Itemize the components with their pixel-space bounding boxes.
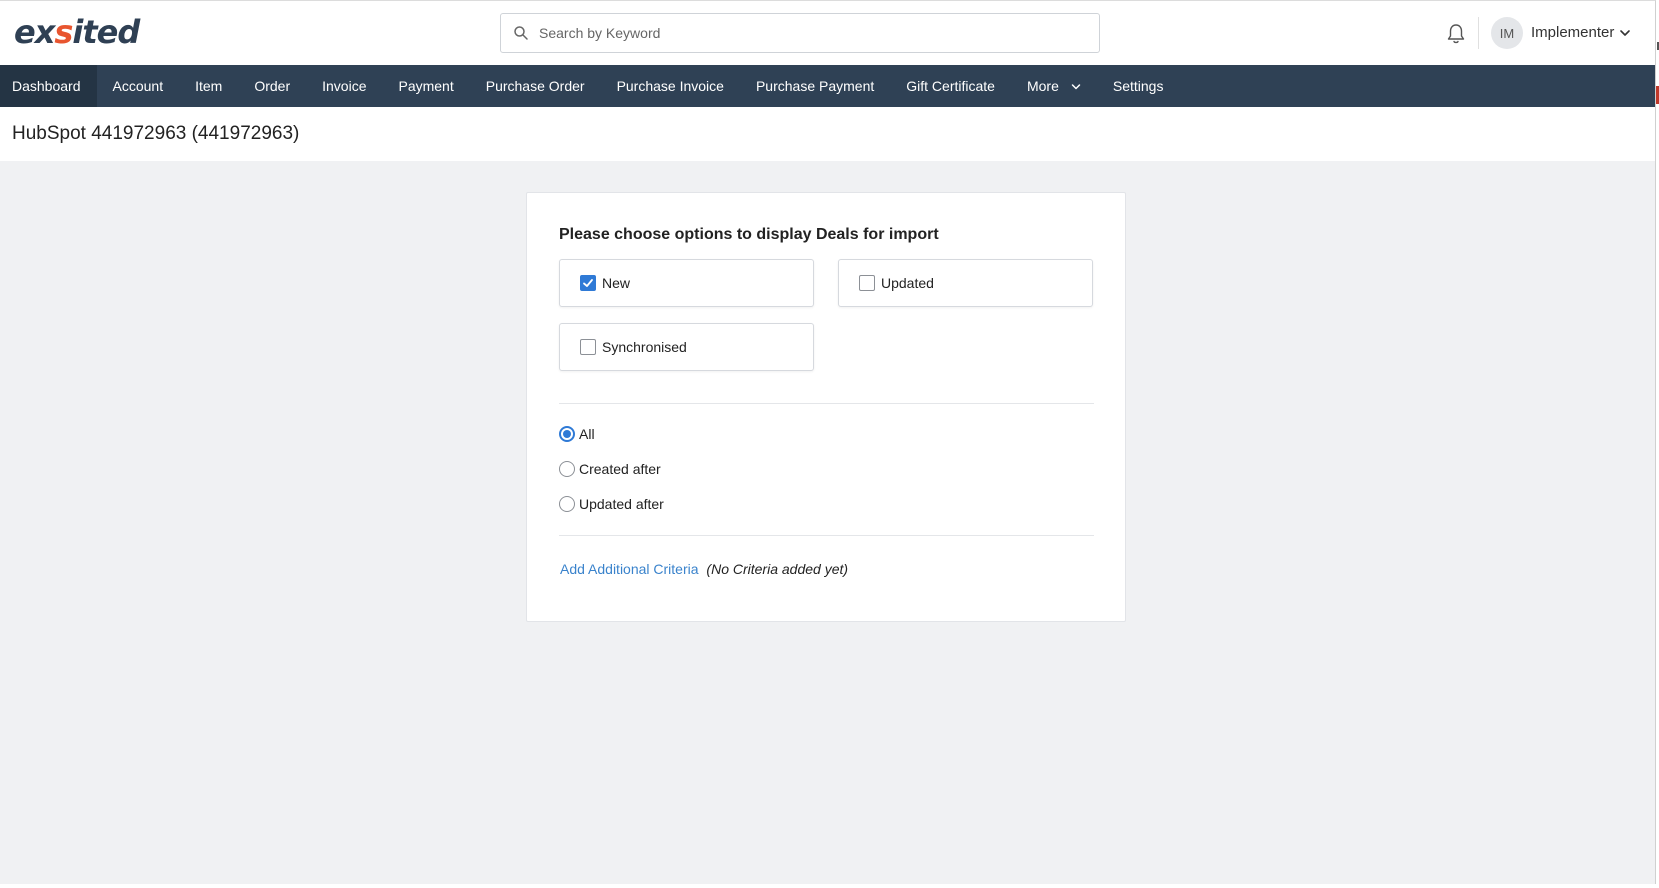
nav-item-more[interactable]: More	[1011, 65, 1097, 107]
nav-item-settings[interactable]: Settings	[1097, 65, 1180, 107]
radio-created-after-label: Created after	[579, 461, 661, 477]
section-divider	[559, 535, 1094, 536]
checkbox-updated[interactable]	[859, 275, 875, 291]
top-header: exsited IM Implementer	[0, 1, 1655, 65]
user-name[interactable]: Implementer	[1531, 24, 1614, 41]
app-window: exsited IM Implementer Dashboard Account…	[0, 0, 1656, 884]
radio-all[interactable]: All	[559, 424, 595, 444]
nav-item-gift-certificate[interactable]: Gift Certificate	[890, 65, 1011, 107]
option-updated[interactable]: Updated	[838, 259, 1093, 307]
header-divider	[1478, 17, 1479, 49]
avatar[interactable]: IM	[1491, 17, 1523, 49]
criteria-row: Add Additional Criteria (No Criteria add…	[560, 561, 848, 577]
main-nav: Dashboard Account Item Order Invoice Pay…	[0, 65, 1655, 107]
search-input[interactable]	[539, 25, 1079, 41]
radio-updated-after[interactable]: Updated after	[559, 494, 664, 514]
radio-all-label: All	[579, 426, 595, 442]
radio-created-after[interactable]: Created after	[559, 459, 661, 479]
chevron-down-icon[interactable]	[1619, 27, 1631, 39]
nav-item-order[interactable]: Order	[238, 65, 306, 107]
nav-item-item[interactable]: Item	[179, 65, 238, 107]
radio-updated-after-label: Updated after	[579, 496, 664, 512]
checkbox-synchronised[interactable]	[580, 339, 596, 355]
card-heading: Please choose options to display Deals f…	[559, 226, 939, 243]
logo-text-accent: s	[54, 13, 73, 51]
nav-item-payment[interactable]: Payment	[382, 65, 469, 107]
search-box[interactable]	[500, 13, 1100, 53]
nav-item-more-label: More	[1026, 78, 1059, 94]
radio-dot	[563, 430, 571, 438]
option-updated-label: Updated	[881, 275, 934, 291]
option-new-label: New	[602, 275, 631, 291]
nav-item-purchase-invoice[interactable]: Purchase Invoice	[601, 65, 740, 107]
logo-text-left: ex	[14, 13, 55, 51]
option-new[interactable]: New	[559, 259, 814, 307]
search-icon	[514, 26, 528, 40]
chevron-down-icon	[1071, 84, 1081, 90]
section-divider	[559, 403, 1094, 404]
radio-all-button[interactable]	[559, 426, 575, 442]
criteria-note: (No Criteria added yet)	[706, 561, 849, 577]
checkbox-new[interactable]	[580, 275, 596, 291]
radio-created-after-button[interactable]	[559, 461, 575, 477]
nav-item-dashboard[interactable]: Dashboard	[0, 65, 97, 107]
page-title: HubSpot 441972963 (441972963)	[12, 123, 300, 144]
radio-updated-after-button[interactable]	[559, 496, 575, 512]
nav-item-purchase-order[interactable]: Purchase Order	[470, 65, 601, 107]
add-criteria-link[interactable]: Add Additional Criteria	[560, 561, 699, 577]
page-title-bar: HubSpot 441972963 (441972963)	[0, 107, 1655, 161]
logo-text-right: ited	[72, 13, 140, 51]
exsited-logo[interactable]: exsited	[14, 13, 140, 51]
check-icon	[583, 279, 593, 287]
nav-item-account[interactable]: Account	[97, 65, 180, 107]
option-synchronised-label: Synchronised	[602, 339, 687, 355]
nav-item-purchase-payment[interactable]: Purchase Payment	[740, 65, 890, 107]
bell-icon[interactable]	[1446, 23, 1466, 45]
import-options-card: Please choose options to display Deals f…	[526, 192, 1126, 622]
option-synchronised[interactable]: Synchronised	[559, 323, 814, 371]
nav-item-invoice[interactable]: Invoice	[306, 65, 382, 107]
